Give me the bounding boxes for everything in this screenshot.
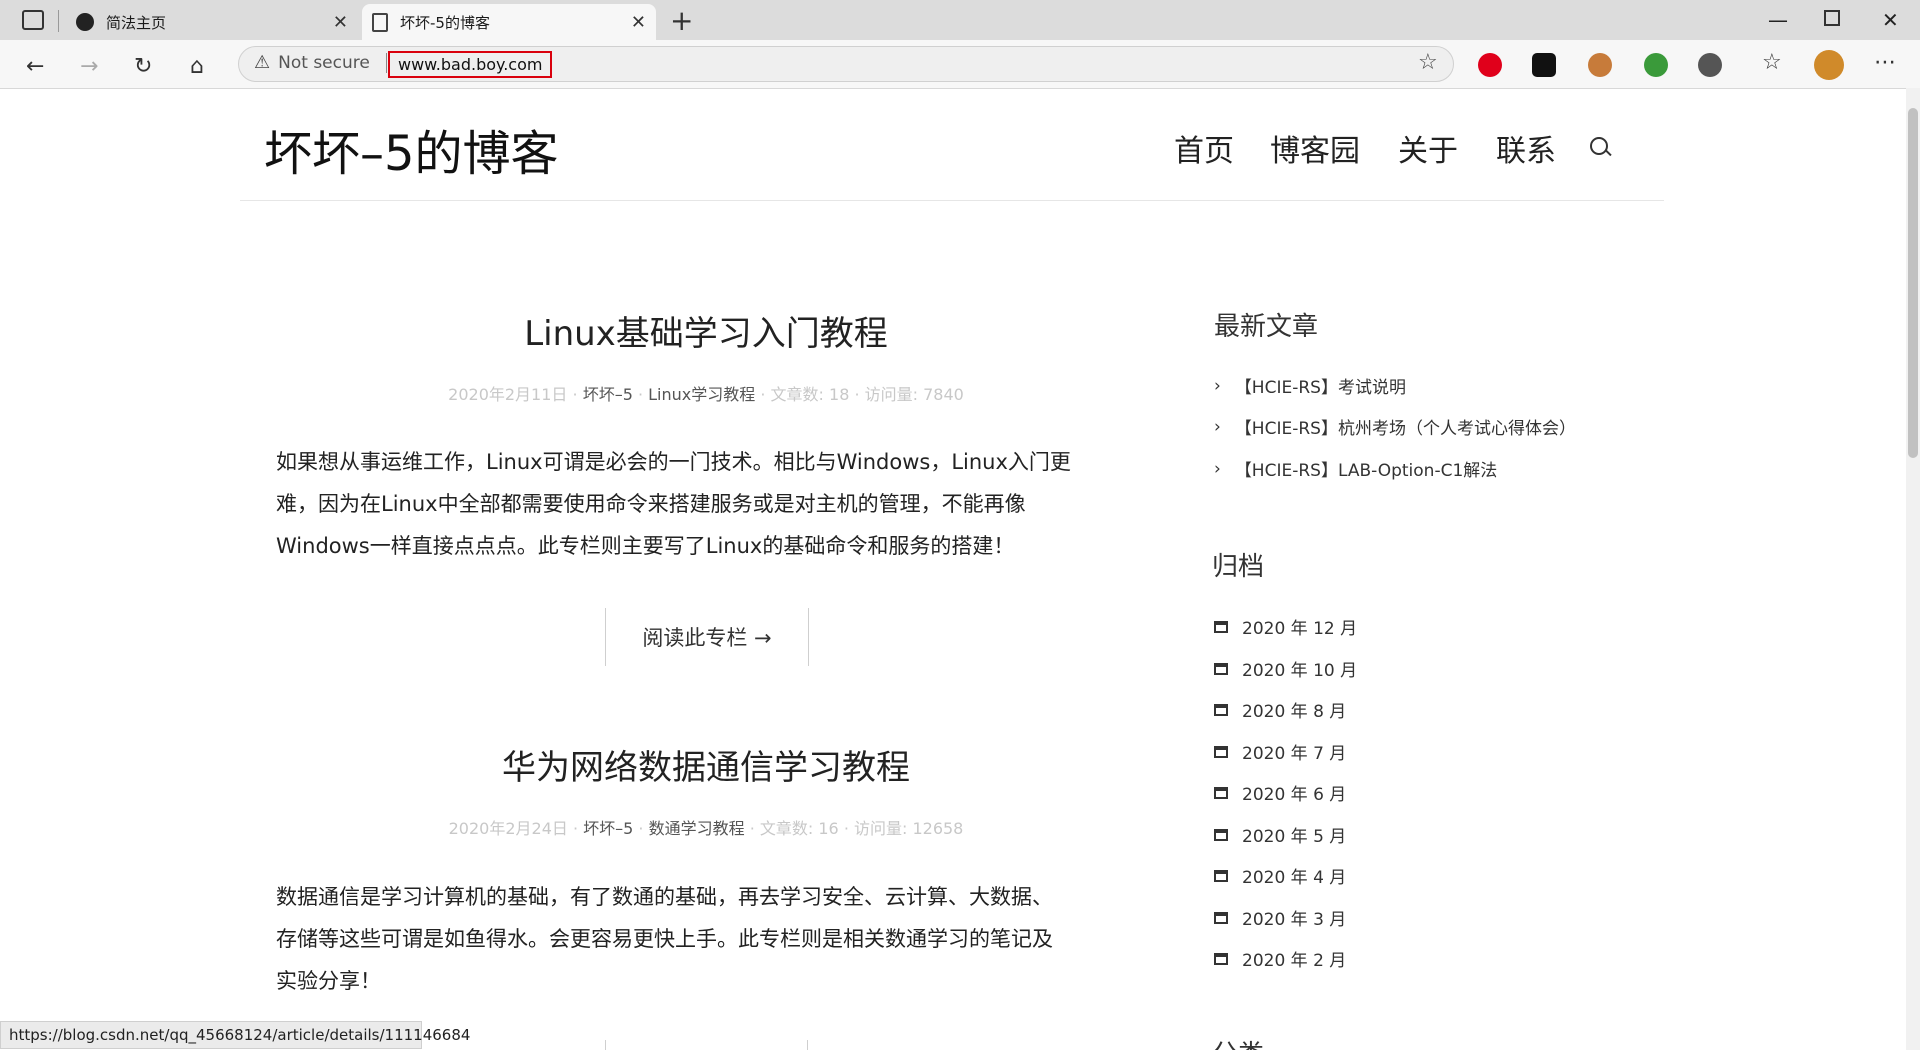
excerpt-line: 存储等这些可谓是如鱼得水。会更容易更快上手。此专栏则是相关数通学习的笔记及 bbox=[276, 927, 1053, 951]
archive-heading: 归档 bbox=[1212, 552, 1265, 582]
post-date: 2020年2月24日 bbox=[448, 819, 568, 838]
post-category[interactable]: Linux学习教程 bbox=[648, 385, 755, 404]
sidebar-icon[interactable] bbox=[22, 10, 44, 30]
scrollbar-thumb[interactable] bbox=[1908, 108, 1918, 458]
post-author[interactable]: 坏坏–5 bbox=[583, 819, 633, 838]
search-icon[interactable] bbox=[1590, 137, 1608, 155]
more-icon[interactable]: ⋯ bbox=[1874, 50, 1896, 75]
calendar-icon bbox=[1214, 911, 1228, 924]
post-title[interactable]: 华为网络数据通信学习教程 bbox=[406, 740, 1006, 789]
archive-link[interactable]: 2020 年 5 月 bbox=[1214, 822, 1346, 847]
close-window-icon[interactable]: ✕ bbox=[1882, 8, 1899, 32]
url-text[interactable]: www.bad.boy.com bbox=[388, 51, 553, 78]
divider bbox=[605, 1040, 606, 1050]
calendar-icon bbox=[1214, 662, 1228, 675]
opera-icon[interactable] bbox=[1478, 53, 1502, 77]
post-count: 文章数: 18 bbox=[770, 385, 850, 404]
calendar-icon bbox=[1214, 952, 1228, 965]
warning-icon: ⚠ bbox=[254, 52, 271, 73]
calendar-icon bbox=[1214, 703, 1228, 716]
refresh-icon[interactable]: ↻ bbox=[134, 54, 152, 79]
page-icon bbox=[372, 12, 388, 32]
archive-link[interactable]: 2020 年 10 月 bbox=[1214, 656, 1357, 681]
excerpt-line: Windows一样直接点点点。此专栏则主要写了Linux的基础命令和服务的搭建！ bbox=[276, 534, 1015, 558]
excerpt-line: 难，因为在Linux中全部都需要使用命令来搭建服务或是对主机的管理，不能再像 bbox=[276, 492, 1026, 516]
jianfa-logo-icon bbox=[76, 13, 94, 31]
favorite-add-icon[interactable]: ☆ bbox=[1418, 50, 1438, 75]
minimize-icon[interactable]: — bbox=[1768, 8, 1788, 32]
forward-icon[interactable]: → bbox=[80, 54, 98, 79]
post-excerpt: 如果想从事运维工作，Linux可谓是必会的一门技术。相比与Windows，Lin… bbox=[276, 441, 1141, 567]
divider bbox=[385, 52, 387, 73]
recent-post-link[interactable]: › 【HCIE-RS】LAB-Option-C1解法 bbox=[1214, 456, 1497, 482]
archive-link[interactable]: 2020 年 2 月 bbox=[1214, 946, 1346, 971]
calendar-icon bbox=[1214, 620, 1228, 633]
security-indicator[interactable]: ⚠ Not secure bbox=[254, 52, 387, 73]
home-icon[interactable]: ⌂ bbox=[190, 54, 204, 79]
status-bar-url: https://blog.csdn.net/qq_45668124/articl… bbox=[0, 1021, 470, 1049]
not-secure-label: Not secure bbox=[278, 52, 370, 73]
back-icon[interactable]: ← bbox=[26, 54, 44, 79]
post-excerpt: 数据通信是学习计算机的基础，有了数通的基础，再去学习安全、云计算、大数据、 存储… bbox=[276, 876, 1141, 1002]
recent-post-link[interactable]: › 【HCIE-RS】考试说明 bbox=[1214, 373, 1406, 399]
nav-home[interactable]: 首页 bbox=[1174, 126, 1234, 170]
close-tab-icon[interactable]: ✕ bbox=[333, 12, 348, 33]
tab-blog[interactable]: 坏坏-5的博客 ✕ bbox=[362, 4, 656, 40]
tab-label: 简法主页 bbox=[106, 13, 167, 32]
chevron-right-icon: › bbox=[1214, 458, 1221, 479]
close-tab-icon[interactable]: ✕ bbox=[631, 12, 646, 33]
archive-link[interactable]: 2020 年 7 月 bbox=[1214, 739, 1346, 764]
restore-icon[interactable] bbox=[1824, 10, 1840, 26]
profile-avatar[interactable] bbox=[1814, 50, 1844, 80]
excerpt-line: 如果想从事运维工作，Linux可谓是必会的一门技术。相比与Windows，Lin… bbox=[276, 450, 1071, 474]
recent-post-link[interactable]: › 【HCIE-RS】杭州考场（个人考试心得体会） bbox=[1214, 414, 1576, 440]
chevron-right-icon: › bbox=[1214, 416, 1221, 437]
category-heading: 分类 bbox=[1212, 1034, 1264, 1050]
post-date: 2020年2月11日 bbox=[448, 385, 568, 404]
dots-icon[interactable] bbox=[1698, 53, 1722, 77]
tab-jianfa-home[interactable]: 简法主页 ✕ bbox=[66, 4, 358, 40]
monkey-icon[interactable] bbox=[1588, 53, 1612, 77]
tab-divider bbox=[58, 10, 59, 32]
post-views: 访问量: 12658 bbox=[853, 819, 964, 838]
header-divider bbox=[240, 200, 1664, 201]
post-category[interactable]: 数通学习教程 bbox=[649, 819, 745, 838]
post-meta: 2020年2月24日 · 坏坏–5 · 数通学习教程 · 文章数: 16 · 访… bbox=[448, 819, 964, 838]
tab-label: 坏坏-5的博客 bbox=[400, 13, 490, 32]
excerpt-line: 数据通信是学习计算机的基础，有了数通的基础，再去学习安全、云计算、大数据、 bbox=[276, 885, 1053, 909]
post-count: 文章数: 16 bbox=[759, 819, 839, 838]
post-title[interactable]: Linux基础学习入门教程 bbox=[406, 306, 1006, 355]
calendar-icon bbox=[1214, 869, 1228, 882]
archive-link[interactable]: 2020 年 4 月 bbox=[1214, 863, 1346, 888]
calendar-icon bbox=[1214, 828, 1228, 841]
recent-posts-heading: 最新文章 bbox=[1214, 312, 1319, 342]
read-column-button[interactable]: 阅读此专栏 → bbox=[605, 608, 809, 666]
site-title[interactable]: 坏坏–5的博客 bbox=[264, 114, 559, 184]
nav-about[interactable]: 关于 bbox=[1398, 126, 1458, 170]
archive-link[interactable]: 2020 年 6 月 bbox=[1214, 780, 1346, 805]
calendar-icon bbox=[1214, 786, 1228, 799]
divider bbox=[807, 1040, 808, 1050]
archive-link[interactable]: 2020 年 3 月 bbox=[1214, 905, 1346, 930]
post-meta: 2020年2月11日 · 坏坏–5 · Linux学习教程 · 文章数: 18 … bbox=[448, 385, 964, 404]
favorites-icon[interactable]: ☆ bbox=[1762, 50, 1782, 75]
new-tab-icon[interactable]: + bbox=[670, 4, 693, 37]
nav-blog-garden[interactable]: 博客园 bbox=[1270, 126, 1360, 170]
archive-link[interactable]: 2020 年 8 月 bbox=[1214, 697, 1346, 722]
calendar-icon bbox=[1214, 745, 1228, 758]
nav-contact[interactable]: 联系 bbox=[1496, 126, 1556, 170]
post-views: 访问量: 7840 bbox=[864, 385, 964, 404]
globe-icon[interactable] bbox=[1644, 53, 1668, 77]
search-icon-handle bbox=[1605, 149, 1612, 157]
chevron-right-icon: › bbox=[1214, 375, 1221, 396]
excerpt-line: 实验分享！ bbox=[276, 969, 381, 993]
extension-icon[interactable] bbox=[1532, 53, 1556, 77]
post-author[interactable]: 坏坏–5 bbox=[583, 385, 633, 404]
archive-link[interactable]: 2020 年 12 月 bbox=[1214, 614, 1357, 639]
